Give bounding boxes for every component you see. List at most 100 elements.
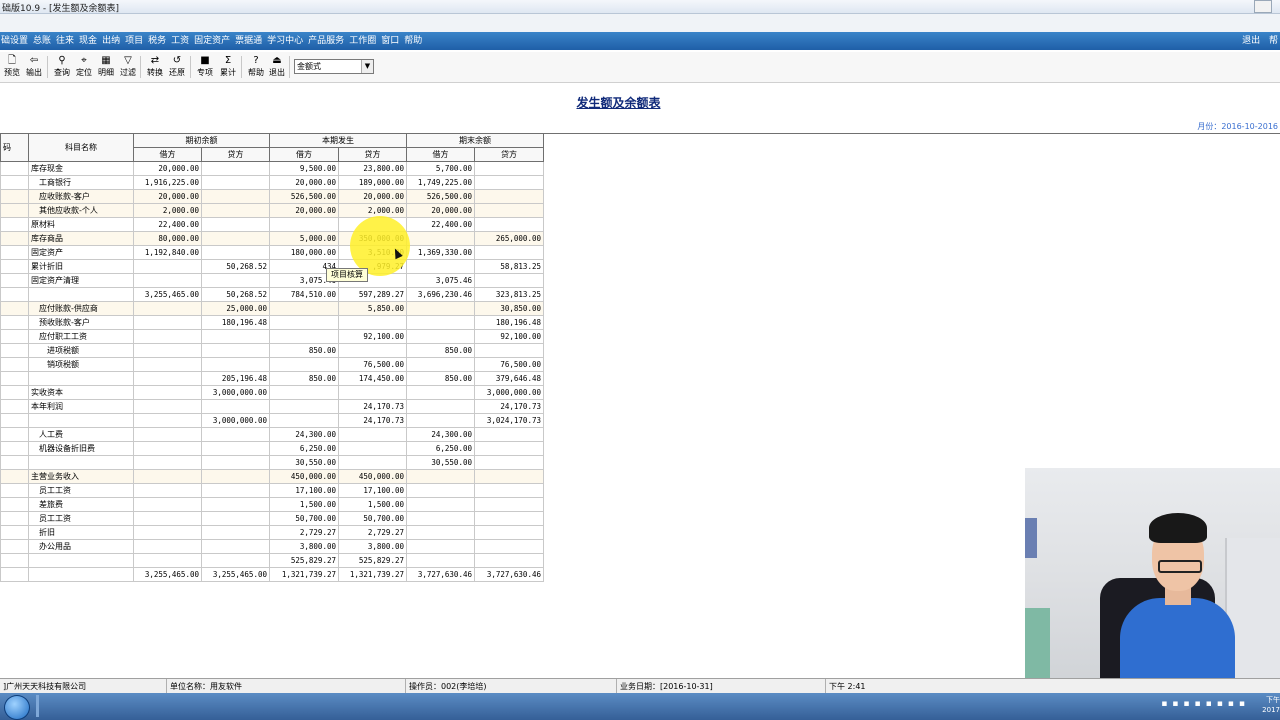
table-row[interactable]: 办公用品 3,800.00 3,800.00 <box>0 539 544 554</box>
table-row[interactable]: 固定资产清理 3,075.46 3,075.46 <box>0 273 544 288</box>
table-row[interactable]: 其他应收款-个人 2,000.00 20,000.00 2,000.00 20,000.… <box>0 203 544 218</box>
menu-item-4[interactable]: 出纳 <box>102 32 120 50</box>
table-row[interactable]: 折旧 2,729.27 2,729.27 <box>0 525 544 540</box>
cell-cc <box>474 217 544 232</box>
cell-pc <box>338 441 407 456</box>
table-row[interactable]: 主营业务收入 450,000.00 450,000.00 <box>0 469 544 484</box>
taskbar-clock[interactable]: 下午 2017 <box>1256 695 1280 715</box>
format-select[interactable]: 金额式 ▼ <box>294 59 374 74</box>
cell-pd: 1,500.00 <box>269 497 339 512</box>
menu-item-1[interactable]: 总账 <box>33 32 51 50</box>
toolbar-button-3[interactable]: ⌖ 定位 <box>73 55 95 81</box>
cell-pc: 3,800.00 <box>338 539 407 554</box>
table-row[interactable]: 库存商品80,000.005,000.00350,000.00265,000.0… <box>0 231 544 246</box>
cell-account-name: 销项税额 <box>28 357 134 372</box>
menu-item-3[interactable]: 现金 <box>79 32 97 50</box>
toolbar-button-11[interactable]: ⏏ 退出 <box>266 55 288 81</box>
cell-od <box>133 469 202 484</box>
cell-cc <box>474 553 544 568</box>
table-row[interactable]: 库存现金 20,000.00 9,500.00 23,800.00 5,700.00 <box>0 161 544 176</box>
table-row[interactable]: 人工费 24,300.00 24,300.00 <box>0 427 544 442</box>
menu-item-13[interactable]: 窗口 <box>381 32 399 50</box>
cell-account-name: 固定资产清理 <box>28 273 134 288</box>
table-row[interactable]: 员工工资 50,700.00 50,700.00 <box>0 511 544 526</box>
table-row[interactable]: 累计折旧50,268.52434,979.2758,813.25 <box>0 259 544 274</box>
menu-item-9[interactable]: 票据通 <box>235 32 262 50</box>
toolbar-button-8[interactable]: ■ 专项 <box>194 55 216 81</box>
menu-item-11[interactable]: 产品服务 <box>308 32 344 50</box>
presenter-hair <box>1149 513 1207 543</box>
table-row[interactable]: 应付账款-供应商 25,000.00 5,850.00 30,850.00 <box>0 301 544 316</box>
menu-exit[interactable]: 退出 <box>1242 36 1260 46</box>
table-row[interactable]: 205,196.48 850.00 174,450.00 850.00 379,646.… <box>0 371 544 386</box>
system-tray-icons[interactable]: ▪▪▪▪▪▪▪▪ <box>1161 699 1250 709</box>
table-row[interactable]: 原材料 22,400.00 22,400.00 <box>0 217 544 232</box>
cell-oc <box>201 231 270 246</box>
table-row[interactable]: 30,550.00 30,550.00 <box>0 455 544 470</box>
cell-code <box>0 259 29 274</box>
table-row[interactable]: 进项税额 850.00 850.00 <box>0 343 544 358</box>
cell-cd <box>406 525 475 540</box>
menu-help-short[interactable]: 帮 <box>1269 36 1278 46</box>
table-row[interactable]: 实收资本 3,000,000.00 3,000,000.00 <box>0 385 544 400</box>
toolbar-button-0[interactable]: 🗋 预览 <box>1 55 23 81</box>
cell-pc: 174,450.00 <box>338 371 407 386</box>
table-row[interactable]: 525,829.27 525,829.27 <box>0 553 544 568</box>
cell-cc <box>474 469 544 484</box>
cell-cc <box>474 441 544 456</box>
minimize-button[interactable] <box>1254 0 1272 13</box>
toolbar-separator <box>140 56 141 78</box>
cell-pc: 23,800.00 <box>338 161 407 176</box>
toolbar-button-10[interactable]: ? 帮助 <box>245 55 267 81</box>
period-label: 月份：2016-10-2016 <box>1197 122 1278 131</box>
table-row[interactable]: 员工工资 17,100.00 17,100.00 <box>0 483 544 498</box>
menu-item-12[interactable]: 工作圈 <box>349 32 376 50</box>
cell-code <box>0 511 29 526</box>
toolbar-button-1[interactable]: ⇦ 输出 <box>23 55 45 81</box>
table-row[interactable]: 3,255,465.00 3,255,465.00 1,321,739.27 1,32… <box>0 567 544 582</box>
table-row[interactable]: 3,000,000.00 24,170.73 3,024,170.73 <box>0 413 544 428</box>
cell-account-name: 应付账款-供应商 <box>28 301 134 316</box>
table-row[interactable]: 预收账款-客户 180,196.48 180,196.48 <box>0 315 544 330</box>
cell-code <box>0 539 29 554</box>
cell-cd: 3,727,630.46 <box>406 567 475 582</box>
menu-list: 础设置 总账 往来 现金 出纳 项目 税务 工资 固定资产 票据通 学习中心 产品服务 工作圈 窗口 帮助 <box>1 32 427 50</box>
toolbar-button-9[interactable]: Σ 累计 <box>217 55 239 81</box>
header-period-debit: 借方 <box>269 147 339 162</box>
menu-item-0[interactable]: 础设置 <box>1 32 28 50</box>
table-row[interactable]: 3,255,465.00 50,268.52 784,510.00 597,289.2… <box>0 287 544 302</box>
table-row[interactable]: 应收账款-客户 20,000.00 526,500.00 20,000.00 526,5… <box>0 189 544 204</box>
toolbar-button-7[interactable]: ↺ 还原 <box>166 55 188 81</box>
table-row[interactable]: 销项税额 76,500.00 76,500.00 <box>0 357 544 372</box>
chevron-down-icon[interactable]: ▼ <box>361 60 373 73</box>
table-row[interactable]: 机器设备折旧费 6,250.00 6,250.00 <box>0 441 544 456</box>
menu-item-6[interactable]: 税务 <box>148 32 166 50</box>
cell-pd <box>269 357 339 372</box>
cell-od <box>133 427 202 442</box>
start-button[interactable] <box>4 695 30 720</box>
window-title: 础版10.9 - [发生额及余额表] <box>2 4 120 14</box>
cell-od: 1,916,225.00 <box>133 175 202 190</box>
menu-item-10[interactable]: 学习中心 <box>267 32 303 50</box>
taskbar-app[interactable] <box>36 695 39 717</box>
menu-item-14[interactable]: 帮助 <box>404 32 422 50</box>
table-row[interactable]: 应付职工工资 92,100.00 92,100.00 <box>0 329 544 344</box>
cell-pd <box>269 385 339 400</box>
table-row[interactable]: 本年利润 24,170.73 24,170.73 <box>0 399 544 414</box>
menu-item-2[interactable]: 往来 <box>56 32 74 50</box>
table-row[interactable]: 固定资产1,192,840.00180,000.003,510.001,369,… <box>0 245 544 260</box>
cell-oc: 3,255,465.00 <box>201 567 270 582</box>
toolbar-button-5[interactable]: ▽ 过滤 <box>117 55 139 81</box>
cell-oc <box>201 245 270 260</box>
cell-pd: 20,000.00 <box>269 203 339 218</box>
toolbar-button-2[interactable]: ⚲ 查询 <box>51 55 73 81</box>
cell-cd <box>406 553 475 568</box>
menu-item-7[interactable]: 工资 <box>171 32 189 50</box>
table-row[interactable]: 差旅费 1,500.00 1,500.00 <box>0 497 544 512</box>
toolbar-button-6[interactable]: ⇄ 转换 <box>144 55 166 81</box>
cell-oc <box>201 189 270 204</box>
toolbar-button-4[interactable]: ▦ 明细 <box>95 55 117 81</box>
table-row[interactable]: 工商银行 1,916,225.00 20,000.00 189,000.00 1,749… <box>0 175 544 190</box>
menu-item-8[interactable]: 固定资产 <box>194 32 230 50</box>
menu-item-5[interactable]: 项目 <box>125 32 143 50</box>
